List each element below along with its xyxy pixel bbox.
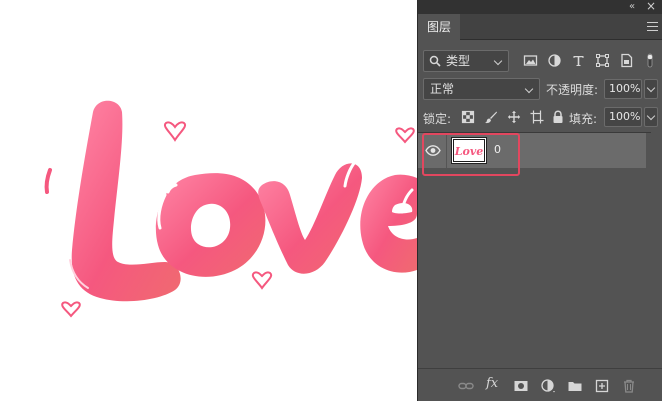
smart-object-frame [453, 139, 485, 162]
link-layers-icon[interactable] [458, 378, 474, 394]
panel-top-bar: « × [418, 0, 662, 14]
lock-paint-icon[interactable] [484, 110, 498, 124]
lock-artboard-icon[interactable] [530, 110, 544, 124]
layer-name[interactable]: 0 [494, 143, 501, 156]
panel-tab-bar: 图层 [418, 14, 662, 40]
tab-layers[interactable]: 图层 [418, 14, 461, 40]
search-icon [429, 55, 441, 67]
blend-mode-label: 正常 [430, 82, 455, 96]
layers-scrollbar[interactable] [651, 132, 662, 368]
lock-move-icon[interactable] [507, 110, 521, 124]
filter-toggle-icon[interactable] [644, 53, 656, 68]
smart-object-filter-icon[interactable] [619, 53, 634, 68]
heart-icon [61, 301, 81, 318]
lock-all-icon[interactable] [551, 110, 565, 124]
blend-mode-select[interactable]: 正常 [423, 78, 540, 100]
fill-input[interactable]: 100% [604, 107, 642, 127]
collapse-panels-button[interactable]: « [625, 1, 639, 13]
fx-icon[interactable]: fx [486, 376, 502, 392]
adjustment-layer-icon[interactable] [540, 378, 556, 394]
lock-row: 锁定: 填充: 100% [418, 107, 662, 129]
opacity-dropdown-button[interactable] [644, 79, 658, 99]
layer-row[interactable]: Love 0 [418, 133, 646, 168]
opacity-input[interactable]: 100% [604, 79, 642, 99]
new-layer-icon[interactable] [594, 378, 610, 394]
letter-e [360, 174, 417, 273]
lock-transparent-icon[interactable] [461, 110, 475, 124]
image-filter-icon[interactable] [523, 53, 538, 68]
chevron-down-icon [526, 79, 534, 99]
layers-list[interactable]: Love 0 [418, 132, 662, 368]
fill-dropdown-button[interactable] [644, 107, 658, 127]
document-canvas[interactable] [0, 0, 417, 401]
opacity-label: 不透明度: [546, 83, 599, 97]
divider [446, 133, 447, 168]
mask-icon[interactable] [513, 378, 529, 394]
heart-icon [251, 271, 273, 290]
accent-dash [44, 168, 52, 194]
trash-icon[interactable] [621, 378, 637, 394]
chevron-down-icon [495, 51, 503, 71]
adjustment-filter-icon[interactable] [547, 53, 562, 68]
group-folder-icon[interactable] [567, 378, 583, 394]
fill-label: 填充: [569, 112, 598, 126]
blend-row: 正常 不透明度: 100% [418, 78, 662, 102]
heart-icon [395, 127, 415, 144]
filter-kind-label: 类型 [446, 54, 471, 68]
love-artwork [44, 100, 417, 318]
close-panel-button[interactable]: × [645, 0, 657, 13]
letter-o [155, 173, 266, 277]
filter-kind-select[interactable]: 类型 [423, 50, 509, 72]
layers-panel: « × 图层 类型 正常 不透明度: 100% 锁定: 填充: 100% Lov… [417, 0, 662, 401]
heart-icon [164, 121, 186, 142]
hamburger-icon[interactable] [647, 22, 658, 32]
eye-icon[interactable] [425, 145, 441, 156]
type-filter-icon[interactable] [571, 53, 586, 68]
shape-filter-icon[interactable] [595, 53, 610, 68]
lock-label: 锁定: [423, 112, 452, 126]
layer-filter-row: 类型 [418, 48, 662, 74]
layers-bottom-toolbar: fx [418, 368, 662, 401]
